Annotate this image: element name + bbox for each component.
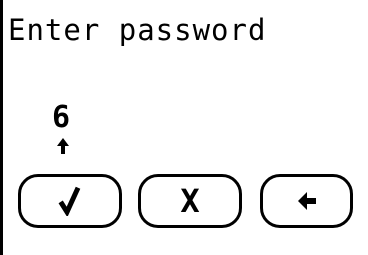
back-button[interactable] bbox=[260, 174, 353, 228]
password-prompt: Enter password bbox=[8, 13, 267, 47]
cancel-label: X bbox=[180, 182, 200, 220]
left-arrow-icon bbox=[297, 192, 316, 210]
screen-frame-edge bbox=[0, 0, 3, 255]
up-arrow-icon bbox=[57, 138, 69, 154]
password-digit: 6 bbox=[52, 100, 71, 135]
check-icon bbox=[58, 186, 81, 216]
cancel-button[interactable]: X bbox=[138, 174, 242, 228]
confirm-button[interactable] bbox=[18, 174, 122, 228]
